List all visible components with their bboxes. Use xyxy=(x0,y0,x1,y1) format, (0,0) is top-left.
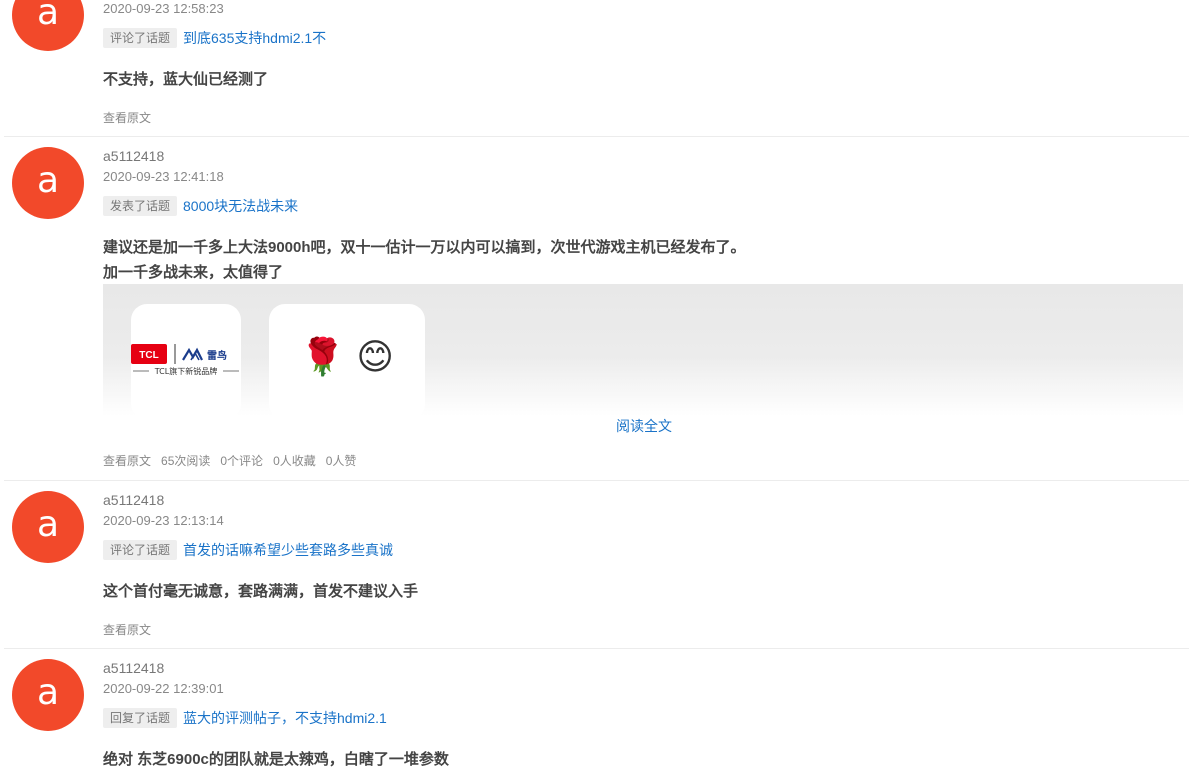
username[interactable]: a5112418 xyxy=(103,148,164,164)
logo-tagline: TCL旗下新锐品牌 xyxy=(154,366,217,376)
content-line: 这个首付毫无诚意，套路满满，首发不建议入手 xyxy=(103,583,419,600)
post-time: 2020-09-23 12:13:14 xyxy=(103,513,224,528)
post-time: 2020-09-23 12:41:18 xyxy=(103,169,224,184)
action-row: 评论了话题 首发的话嘛希望少些套路多些真诚 xyxy=(103,540,393,560)
action-badge: 发表了话题 xyxy=(103,196,178,216)
image-preview[interactable]: TCL 雷鸟 TCL旗下新锐品牌 🌹 😊 xyxy=(103,284,1183,416)
favorite-count[interactable]: 0人收藏 xyxy=(273,452,316,469)
action-badge: 回复了话题 xyxy=(103,708,178,728)
logo-brand: TCL xyxy=(139,350,158,361)
username[interactable]: a5112418 xyxy=(103,660,164,676)
comment-count[interactable]: 0个评论 xyxy=(220,452,263,469)
post-content: 不支持，蓝大仙已经测了 xyxy=(103,67,268,92)
post-content: 这个首付毫无诚意，套路满满，首发不建议入手 xyxy=(103,579,418,604)
action-row: 回复了话题 蓝大的评测帖子，不支持hdmi2.1 xyxy=(103,708,387,728)
divider xyxy=(4,480,1189,481)
topic-link[interactable]: 到底635支持hdmi2.1不 xyxy=(183,29,326,47)
action-badge: 评论了话题 xyxy=(103,540,178,560)
emoji-thumb[interactable]: 🌹 😊 xyxy=(269,304,425,416)
rose-and-smile-emoji: 🌹 😊 xyxy=(300,337,394,378)
tcl-thunderbird-logo: TCL 雷鸟 TCL旗下新锐品牌 xyxy=(131,344,239,376)
user-avatar[interactable]: a xyxy=(12,491,84,563)
content-line: 加一千多战未来，太值得了 xyxy=(103,264,284,281)
username[interactable]: a5112418 xyxy=(103,492,164,508)
user-avatar[interactable]: a xyxy=(12,0,84,51)
content-line: 建议还是加一千多上大法9000h吧，双十一估计一万以内可以搞到，次世代游戏主机已… xyxy=(103,239,746,256)
action-badge: 评论了话题 xyxy=(103,28,178,48)
divider xyxy=(4,648,1189,649)
post-time: 2020-09-23 12:58:23 xyxy=(103,1,224,16)
content-line: 绝对 东芝6900c的团队就是太辣鸡，白瞎了一堆参数 xyxy=(103,751,449,768)
like-count[interactable]: 0人赞 xyxy=(326,452,357,469)
topic-link[interactable]: 8000块无法战未来 xyxy=(183,197,298,215)
logo-sub-brand: 雷鸟 xyxy=(207,349,227,362)
topic-link[interactable]: 蓝大的评测帖子，不支持hdmi2.1 xyxy=(183,709,387,727)
tcl-logo-thumb[interactable]: TCL 雷鸟 TCL旗下新锐品牌 xyxy=(131,304,241,416)
user-avatar[interactable]: a xyxy=(12,659,84,731)
action-row: 评论了话题 到底635支持hdmi2.1不 xyxy=(103,28,326,48)
divider xyxy=(4,136,1189,137)
post-content: 绝对 东芝6900c的团队就是太辣鸡，白瞎了一堆参数 xyxy=(103,747,449,772)
view-original-link[interactable]: 查看原文 xyxy=(103,621,151,638)
user-avatar[interactable]: a xyxy=(12,147,84,219)
read-count: 65次阅读 xyxy=(161,454,211,468)
action-row: 发表了话题 8000块无法战未来 xyxy=(103,196,298,216)
topic-link[interactable]: 首发的话嘛希望少些套路多些真诚 xyxy=(183,541,393,559)
read-more-link[interactable]: 阅读全文 xyxy=(616,416,672,436)
post-time: 2020-09-22 12:39:01 xyxy=(103,681,224,696)
view-original-link[interactable]: 查看原文 xyxy=(103,452,151,469)
post-content: 建议还是加一千多上大法9000h吧，双十一估计一万以内可以搞到，次世代游戏主机已… xyxy=(103,235,746,285)
post-footer: 查看原文 65次阅读 0个评论 0人收藏 0人赞 xyxy=(103,452,356,469)
post-footer: 查看原文 xyxy=(103,621,151,638)
view-original-link[interactable]: 查看原文 xyxy=(103,109,151,126)
post-footer: 查看原文 xyxy=(103,109,151,126)
content-line: 不支持，蓝大仙已经测了 xyxy=(103,71,269,88)
